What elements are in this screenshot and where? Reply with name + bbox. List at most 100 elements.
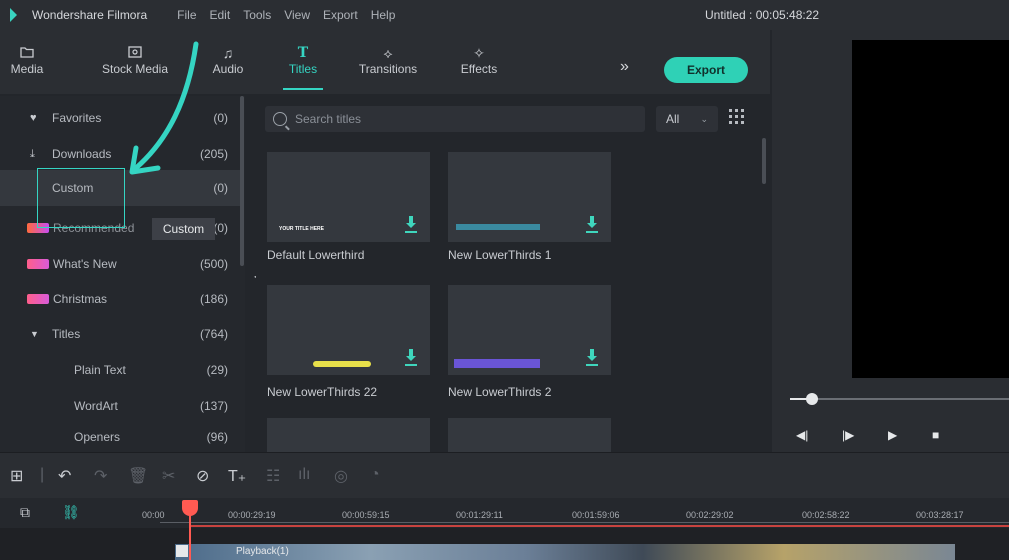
download-icon[interactable] bbox=[587, 216, 597, 230]
menu-file[interactable]: File bbox=[177, 8, 196, 22]
folder-icon bbox=[0, 44, 54, 62]
title-label: New LowerThirds 1 bbox=[448, 248, 552, 262]
music-note-icon: ♫ bbox=[222, 45, 234, 61]
lower-third-bar bbox=[454, 359, 540, 368]
marker-icon[interactable]: ⊘ bbox=[196, 466, 209, 486]
export-button[interactable]: Export bbox=[664, 57, 748, 83]
sidebar-item-titles[interactable]: ▼ Titles (764) bbox=[0, 316, 240, 352]
playhead-line bbox=[189, 514, 191, 560]
time-tick: 00:02:29:02 bbox=[686, 510, 734, 520]
sparkle-icon: ✧ bbox=[473, 45, 485, 61]
filter-value: All bbox=[666, 112, 680, 126]
tab-audio[interactable]: ♫ Audio bbox=[206, 44, 250, 76]
title-thumbnail[interactable] bbox=[448, 418, 611, 452]
lower-third-bar bbox=[313, 361, 371, 367]
title-thumbnail[interactable]: YOUR TITLE HERE bbox=[267, 152, 430, 242]
sidebar-item-count: (500) bbox=[199, 257, 228, 271]
sidebar-item-whats-new[interactable]: What's New (500) bbox=[0, 246, 240, 282]
sidebar-item-wordart[interactable]: WordArt (137) bbox=[0, 388, 240, 424]
video-clip[interactable] bbox=[175, 544, 955, 560]
sidebar-item-christmas[interactable]: Christmas (186) bbox=[0, 281, 240, 317]
stop-icon[interactable]: ■ bbox=[932, 428, 939, 442]
search-input[interactable] bbox=[295, 112, 595, 126]
previous-frame-icon[interactable]: ◀| bbox=[796, 428, 808, 442]
redo-icon[interactable]: ↷ bbox=[94, 466, 107, 486]
project-title: Untitled : 00:05:48:22 bbox=[705, 8, 820, 22]
download-icon[interactable] bbox=[406, 216, 416, 230]
sidebar-item-count: (0) bbox=[213, 181, 228, 195]
video-preview[interactable] bbox=[852, 40, 1009, 378]
tooltip: Custom bbox=[152, 218, 215, 240]
timeline-toolbar bbox=[0, 452, 1009, 498]
sidebar-item-label: Titles bbox=[52, 327, 81, 341]
menu-view[interactable]: View bbox=[284, 8, 310, 22]
grid-view-icon[interactable] bbox=[728, 108, 746, 126]
play-icon[interactable]: ▶ bbox=[888, 428, 897, 442]
chevron-down-icon: ⌄ bbox=[700, 114, 708, 124]
menu-help[interactable]: Help bbox=[371, 8, 396, 22]
adjust-icon[interactable]: ☷ bbox=[266, 466, 280, 486]
tab-titles-label: Titles bbox=[288, 62, 318, 76]
title-thumbnail[interactable] bbox=[267, 418, 430, 452]
menu-edit[interactable]: Edit bbox=[210, 8, 231, 22]
stock-media-icon bbox=[92, 44, 178, 62]
add-text-icon[interactable]: T₊ bbox=[228, 466, 246, 486]
title-bar: Wondershare Filmora File Edit Tools View… bbox=[0, 0, 1009, 30]
sidebar-item-openers[interactable]: Openers (96) bbox=[0, 422, 240, 452]
undo-icon[interactable]: ↶ bbox=[58, 466, 71, 486]
layout-grid-icon[interactable]: ⊞ bbox=[10, 466, 23, 486]
sidebar-item-count: (29) bbox=[206, 363, 228, 377]
tab-media[interactable]: Media bbox=[0, 44, 54, 76]
sidebar-item-label: Favorites bbox=[52, 111, 102, 125]
sidebar-item-plain-text[interactable]: Plain Text (29) bbox=[0, 352, 240, 388]
tab-effects[interactable]: ✧ Effects bbox=[452, 44, 506, 76]
new-badge bbox=[27, 294, 49, 304]
tab-titles[interactable]: T Titles bbox=[280, 44, 326, 76]
title-thumbnail[interactable] bbox=[448, 285, 611, 375]
lower-third-bar bbox=[456, 224, 540, 230]
sidebar-item-downloads[interactable]: ⤓ Downloads (205) bbox=[0, 136, 240, 172]
title-thumbnail[interactable] bbox=[267, 285, 430, 375]
new-badge bbox=[27, 259, 49, 269]
library-scrollbar[interactable] bbox=[762, 138, 766, 184]
download-icon[interactable] bbox=[406, 349, 416, 363]
delete-icon[interactable]: 🗑 bbox=[128, 466, 148, 486]
ruler-baseline bbox=[160, 522, 1009, 523]
separator-icon: | bbox=[40, 466, 45, 483]
sidebar-item-label: WordArt bbox=[74, 399, 118, 413]
download-icon: ⤓ bbox=[30, 147, 35, 160]
time-tick: 00:00:59:15 bbox=[342, 510, 390, 520]
sidebar-item-label: Plain Text bbox=[74, 363, 126, 377]
sidebar-item-count: (764) bbox=[199, 327, 228, 341]
sidebar-item-favorites[interactable]: ♥ Favorites (0) bbox=[0, 100, 240, 136]
sidebar-item-label: Openers bbox=[74, 430, 121, 444]
sidebar-item-count: (137) bbox=[199, 399, 228, 413]
time-tick: 00:00:29:19 bbox=[228, 510, 276, 520]
cut-icon[interactable]: ✂ bbox=[162, 466, 175, 486]
tab-audio-label: Audio bbox=[212, 62, 244, 76]
active-tab-indicator bbox=[283, 88, 323, 90]
search-icon bbox=[273, 112, 287, 126]
more-tabs-button[interactable]: » bbox=[620, 58, 629, 76]
add-track-icon[interactable]: ⧉ bbox=[20, 504, 30, 521]
speed-icon[interactable]: ◔ bbox=[370, 466, 380, 484]
menu-export[interactable]: Export bbox=[323, 8, 358, 22]
next-frame-icon[interactable]: |▶ bbox=[842, 428, 854, 442]
sidebar-scrollbar[interactable] bbox=[240, 96, 244, 266]
tab-stock-media[interactable]: Stock Media bbox=[92, 44, 178, 76]
link-icon[interactable]: ⛓ bbox=[62, 504, 80, 521]
thumbnail-overlay-text: YOUR TITLE HERE bbox=[279, 226, 325, 232]
title-thumbnail[interactable] bbox=[448, 152, 611, 242]
scrub-track[interactable] bbox=[790, 398, 1009, 400]
time-tick: 00:01:29:11 bbox=[456, 510, 503, 520]
filter-dropdown[interactable]: All ⌄ bbox=[656, 106, 718, 132]
download-icon[interactable] bbox=[587, 349, 597, 363]
audio-wave-icon[interactable]: ılı bbox=[298, 466, 310, 484]
color-icon[interactable]: ◎ bbox=[334, 466, 348, 486]
search-bar bbox=[265, 106, 645, 132]
tab-transitions[interactable]: ⟡ Transitions bbox=[350, 44, 426, 76]
scrub-handle[interactable] bbox=[806, 393, 818, 405]
menu-tools[interactable]: Tools bbox=[243, 8, 271, 22]
in-out-range bbox=[190, 525, 1009, 527]
tab-stock-media-label: Stock Media bbox=[101, 62, 169, 76]
